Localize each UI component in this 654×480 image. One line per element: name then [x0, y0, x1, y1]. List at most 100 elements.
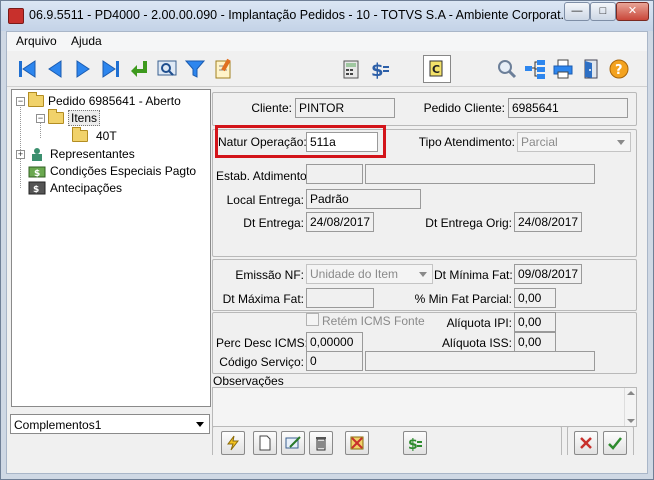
scrollbar[interactable]: [624, 388, 636, 426]
cliente-field[interactable]: PINTOR: [295, 98, 395, 118]
edit-pencil-icon: [285, 436, 301, 449]
chevron-down-icon: [617, 140, 625, 145]
search-screen-icon[interactable]: [153, 55, 181, 83]
app-logo-icon: [8, 8, 24, 24]
scroll-up-icon[interactable]: [627, 391, 635, 395]
scroll-down-icon[interactable]: [627, 419, 635, 423]
folder-icon: [72, 127, 88, 142]
dt-maxima-fat-field[interactable]: [306, 288, 374, 308]
aliquota-ipi-label: Alíquota IPI:: [446, 316, 512, 330]
tree-structure-icon[interactable]: [521, 55, 549, 83]
lightning-icon: [227, 435, 240, 451]
dt-entrega-field[interactable]: 24/08/2017: [306, 212, 374, 232]
trash-icon: [316, 437, 326, 451]
filter-icon[interactable]: [181, 55, 209, 83]
price-button[interactable]: $: [403, 431, 427, 455]
folder-open-icon: [28, 92, 44, 107]
svg-text:$: $: [34, 169, 40, 178]
cancel-document-button[interactable]: [345, 431, 369, 455]
new-document-button[interactable]: [253, 431, 277, 455]
tree-node-40t[interactable]: 40T: [72, 127, 117, 144]
confirm-enter-icon[interactable]: [125, 55, 153, 83]
cliente-label: Cliente:: [251, 101, 292, 115]
cancel-x-icon: [580, 437, 592, 449]
edit-item-button[interactable]: [281, 431, 305, 455]
last-record-icon[interactable]: [97, 55, 125, 83]
previous-record-icon[interactable]: [41, 55, 69, 83]
tree-node-pedido[interactable]: − Pedido 6985641 - Aberto: [16, 92, 181, 109]
tree-label-pedido: Pedido 6985641 - Aberto: [48, 94, 181, 108]
lightning-button[interactable]: [221, 431, 245, 455]
emissao-nf-select[interactable]: Unidade do Item: [306, 264, 433, 284]
dt-entrega-label: Dt Entrega:: [243, 216, 304, 230]
checkmark-icon: [608, 437, 622, 450]
menu-arquivo[interactable]: Arquivo: [16, 34, 57, 48]
title-bar: 06.9.5511 - PD4000 - 2.00.00.090 - Impla…: [1, 1, 653, 31]
payment-conditions-icon: $: [28, 164, 46, 179]
local-entrega-label: Local Entrega:: [226, 193, 304, 207]
confirm-button[interactable]: [603, 431, 627, 455]
dt-maxima-fat-label: Dt Máxima Fat:: [222, 292, 304, 306]
tipo-atendimento-value: Parcial: [521, 135, 558, 149]
zoom-icon[interactable]: [493, 55, 521, 83]
tipo-atendimento-select[interactable]: Parcial: [517, 132, 631, 152]
dt-entrega-orig-label: Dt Entrega Orig:: [425, 216, 512, 230]
maximize-button[interactable]: □: [590, 2, 616, 21]
toolbar: $ C ?: [7, 51, 647, 87]
calculator-icon[interactable]: [337, 55, 365, 83]
close-button[interactable]: ✕: [616, 2, 649, 21]
maximize-icon: □: [599, 5, 607, 17]
delete-button[interactable]: [309, 431, 333, 455]
menu-bar: Arquivo Ajuda: [7, 32, 647, 51]
svg-text:C: C: [432, 63, 440, 76]
svg-text:$: $: [408, 437, 418, 451]
codigo-servico-field[interactable]: 0: [306, 351, 363, 371]
perc-desc-icms-label: Perc Desc ICMS:: [216, 336, 309, 350]
local-entrega-field[interactable]: Padrão: [306, 189, 421, 209]
dt-minima-fat-field[interactable]: 09/08/2017: [514, 264, 582, 284]
minimize-button[interactable]: —: [564, 2, 590, 21]
natur-operacao-label: Natur Operação:: [218, 135, 307, 149]
complementos-select[interactable]: Complementos1: [10, 414, 210, 434]
codigo-servico-label: Código Serviço:: [219, 355, 304, 369]
natur-operacao-field[interactable]: 511a: [306, 132, 378, 152]
menu-ajuda[interactable]: Ajuda: [71, 34, 102, 48]
cancel-button[interactable]: [574, 431, 598, 455]
help-icon[interactable]: ?: [605, 55, 633, 83]
chevron-down-icon: [419, 272, 427, 277]
print-icon[interactable]: [549, 55, 577, 83]
first-record-icon[interactable]: [13, 55, 41, 83]
status-bar: [7, 455, 647, 473]
tree-node-antecipacoes[interactable]: $ Antecipações: [28, 180, 122, 196]
copy-icon[interactable]: C: [423, 55, 451, 83]
collapse-icon[interactable]: −: [36, 113, 45, 123]
chevron-down-icon: [196, 422, 204, 427]
estab-atendimento-description: [365, 164, 595, 184]
representative-person-icon: [28, 147, 46, 161]
observacoes-textarea[interactable]: [212, 387, 637, 427]
retem-icms-checkbox[interactable]: [306, 313, 319, 326]
perc-desc-icms-field[interactable]: 0,00000: [306, 332, 363, 352]
tree-label-representantes: Representantes: [50, 147, 135, 161]
collapse-icon[interactable]: −: [16, 96, 25, 106]
tree-node-condicoes[interactable]: $ Condições Especiais Pagto: [28, 163, 196, 179]
dt-minima-fat-label: Dt Mínima Fat:: [434, 268, 513, 282]
expand-icon[interactable]: +: [16, 149, 25, 159]
price-dollar-icon[interactable]: $: [365, 55, 393, 83]
aliquota-ipi-field[interactable]: 0,00: [514, 312, 556, 332]
order-header-form: Cliente: PINTOR Pedido Cliente: 6985641 …: [212, 89, 642, 427]
tipo-atendimento-label: Tipo Atendimento:: [418, 135, 515, 149]
next-record-icon[interactable]: [69, 55, 97, 83]
app-window: 06.9.5511 - PD4000 - 2.00.00.090 - Impla…: [0, 0, 654, 480]
dt-entrega-orig-field[interactable]: 24/08/2017: [514, 212, 582, 232]
edit-document-icon[interactable]: [209, 55, 237, 83]
client-area: Arquivo Ajuda $ C ? − Pedido 6985641 - A…: [6, 31, 648, 474]
pedido-cliente-field[interactable]: 6985641: [508, 98, 628, 118]
aliquota-iss-field[interactable]: 0,00: [514, 332, 556, 352]
min-fat-parcial-field[interactable]: 0,00: [514, 288, 556, 308]
tree-node-itens[interactable]: − Itens: [36, 109, 101, 126]
exit-door-icon[interactable]: [577, 55, 605, 83]
tree-node-representantes[interactable]: + Representantes: [16, 146, 135, 162]
estab-atendimento-field[interactable]: [306, 164, 363, 184]
folder-open-icon: [48, 109, 64, 124]
